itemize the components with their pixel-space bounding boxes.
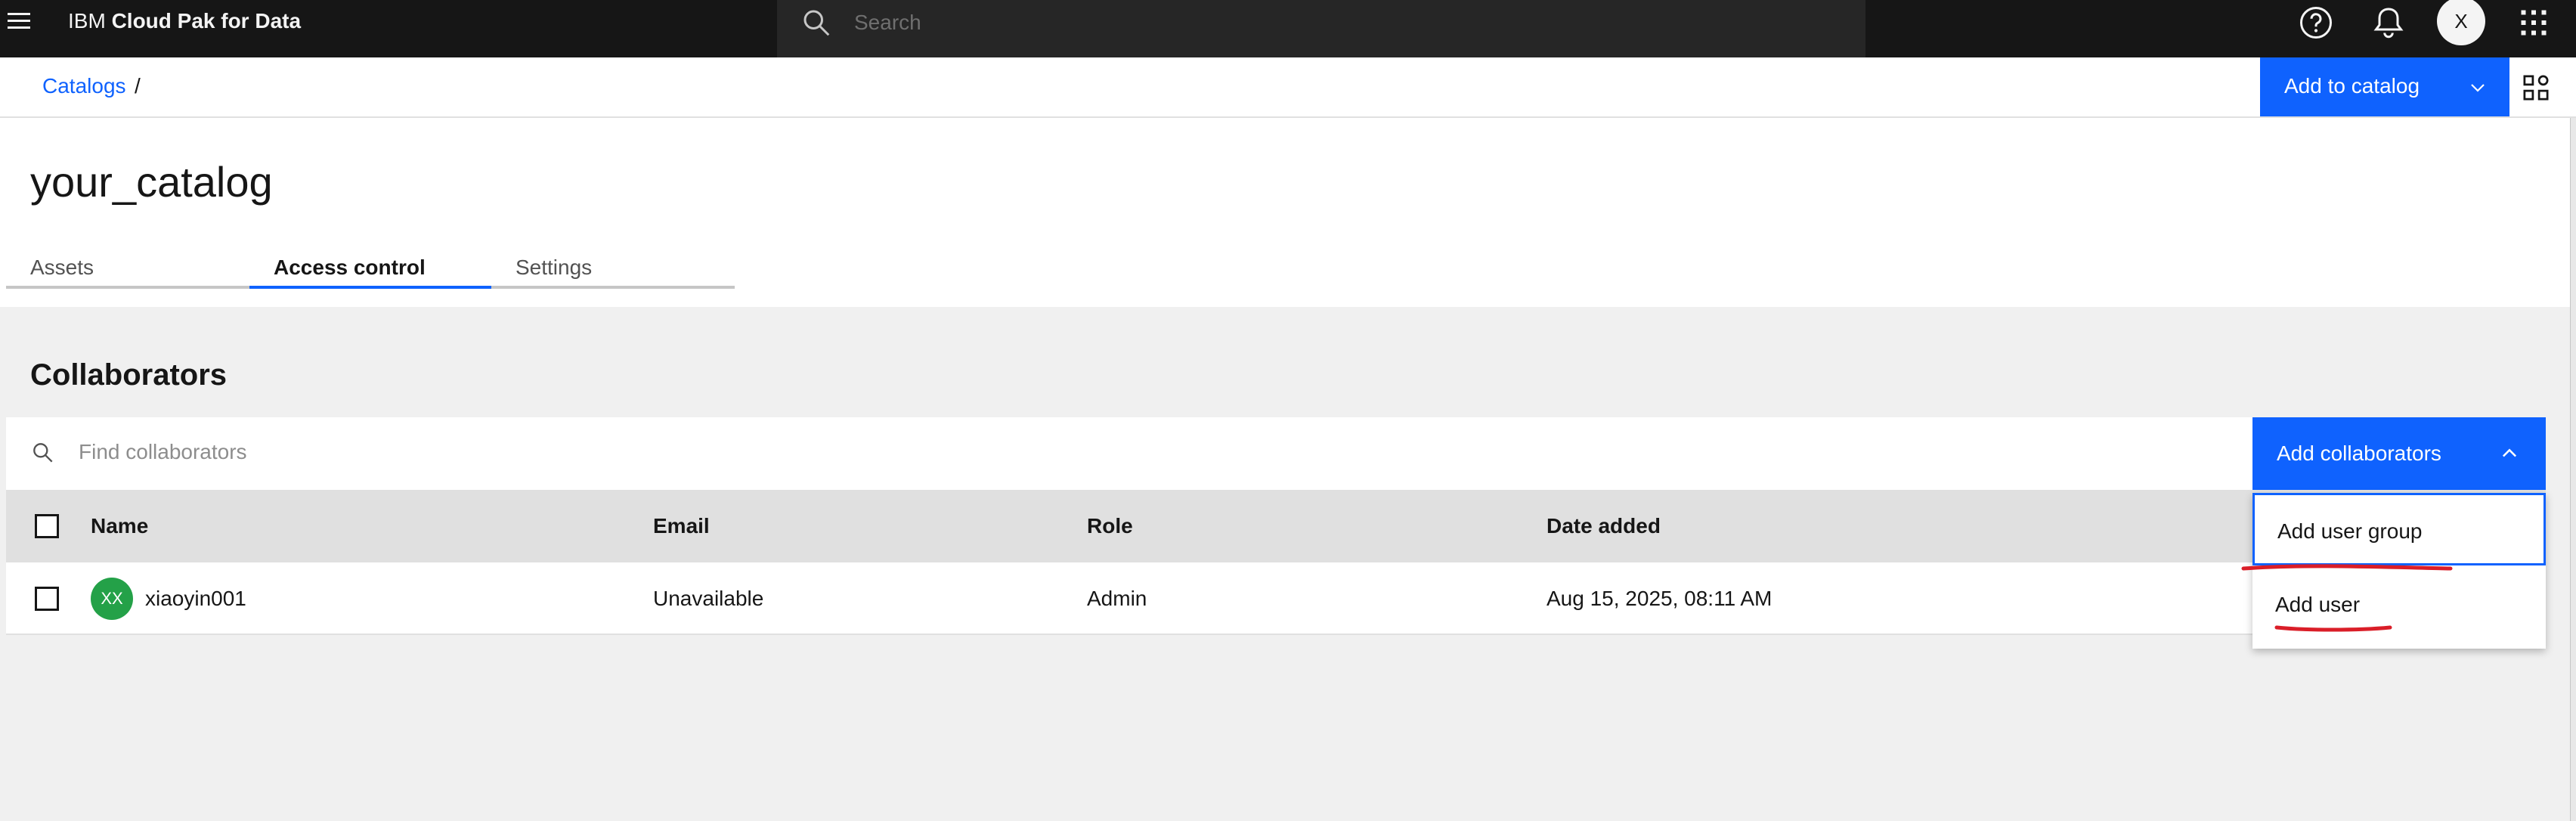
add-to-catalog-button[interactable]: Add to catalog bbox=[2260, 57, 2509, 116]
scrollbar[interactable] bbox=[2570, 118, 2576, 821]
global-search-input[interactable]: Search bbox=[777, 0, 1865, 57]
breadcrumb-catalogs-link[interactable]: Catalogs bbox=[42, 74, 126, 98]
avatar: XX bbox=[91, 578, 133, 620]
search-placeholder: Search bbox=[854, 11, 921, 34]
breadcrumb-separator: / bbox=[135, 74, 141, 98]
page-header: your_catalog Assets Access control Setti… bbox=[0, 118, 2570, 307]
collaborator-search-input[interactable]: Find collaborators bbox=[6, 417, 2546, 490]
app-switcher-icon[interactable] bbox=[2516, 5, 2552, 41]
page-title: your_catalog bbox=[30, 158, 273, 206]
search-icon bbox=[33, 443, 53, 463]
row-checkbox[interactable] bbox=[35, 587, 59, 611]
collaborator-name: xiaoyin001 bbox=[145, 587, 246, 610]
table-header: Name Email Role Date added bbox=[6, 490, 2546, 562]
table-row[interactable]: XX xiaoyin001 Unavailable Admin Aug 15, … bbox=[6, 562, 2546, 635]
menu-icon[interactable] bbox=[0, 0, 39, 42]
add-collaborators-menu: Add user group Add user bbox=[2252, 493, 2546, 649]
top-header: IBM Cloud Pak for Data Search X bbox=[0, 0, 2576, 57]
notification-icon[interactable] bbox=[2370, 5, 2407, 41]
menu-item-add-user[interactable]: Add user bbox=[2252, 569, 2546, 641]
search-icon bbox=[803, 10, 830, 36]
column-name[interactable]: Name bbox=[91, 514, 148, 538]
menu-item-add-user-group[interactable]: Add user group bbox=[2252, 493, 2546, 565]
side-panel-toggle-icon[interactable] bbox=[2517, 71, 2555, 104]
collaborator-date-added: Aug 15, 2025, 08:11 AM bbox=[1547, 587, 1773, 610]
product-name[interactable]: IBM Cloud Pak for Data bbox=[68, 9, 301, 33]
chevron-down-icon bbox=[2471, 84, 2485, 92]
add-collaborators-button[interactable]: Add collaborators bbox=[2252, 417, 2546, 490]
chevron-up-icon bbox=[2502, 448, 2517, 457]
column-role[interactable]: Role bbox=[1087, 514, 1133, 538]
search-placeholder: Find collaborators bbox=[79, 440, 247, 463]
tab-access-control[interactable]: Access control bbox=[249, 246, 491, 289]
column-date-added[interactable]: Date added bbox=[1547, 514, 1661, 538]
collaborators-heading: Collaborators bbox=[30, 358, 228, 392]
tab-assets[interactable]: Assets bbox=[6, 246, 249, 289]
collaborator-role: Admin bbox=[1087, 587, 1147, 610]
select-all-checkbox[interactable] bbox=[35, 514, 59, 538]
user-avatar[interactable]: X bbox=[2437, 0, 2485, 45]
breadcrumb: Catalogs / Add to catalog bbox=[0, 57, 2576, 118]
tab-settings[interactable]: Settings bbox=[491, 246, 735, 289]
collaborator-email: Unavailable bbox=[653, 587, 764, 610]
help-icon[interactable] bbox=[2298, 5, 2334, 41]
column-email[interactable]: Email bbox=[653, 514, 710, 538]
